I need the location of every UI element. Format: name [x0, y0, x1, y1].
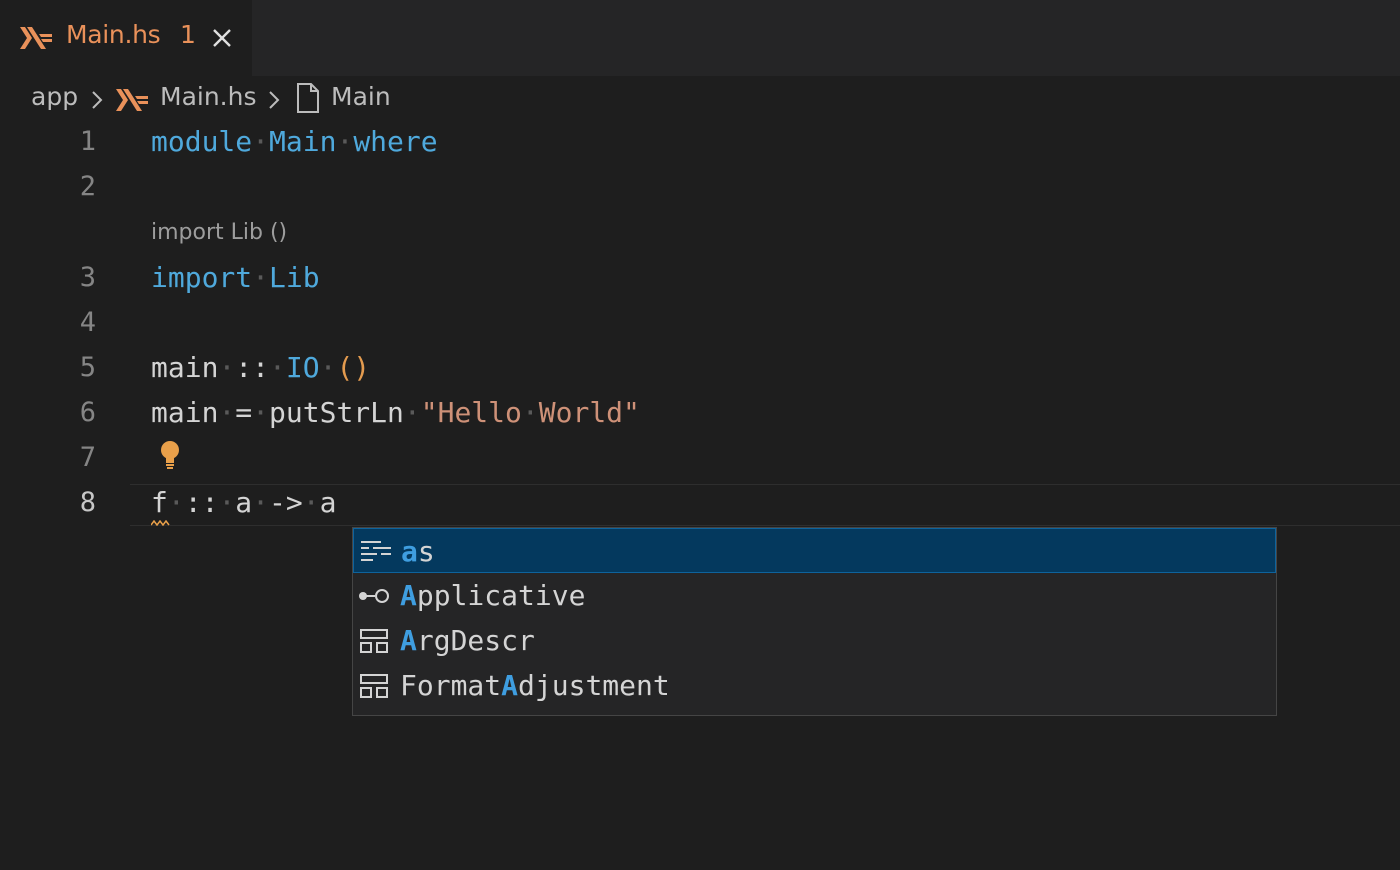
code-line-3: import·Lib [151, 261, 320, 294]
suggestion-item[interactable]: FormatAdjustment [353, 663, 1276, 708]
line-number: 4 [79, 307, 96, 338]
tab-title: Main.hs [66, 20, 161, 49]
code-lens[interactable]: import Lib () [151, 220, 287, 245]
struct-icon [360, 629, 388, 653]
code-line-8: f·::·a·->·a [151, 486, 337, 519]
code-line-6: main·=·putStrLn·"Hello·World" [151, 396, 640, 429]
line-number: 7 [79, 442, 96, 473]
breadcrumb: app Main.hs Main [0, 76, 1400, 120]
file-icon [297, 83, 319, 113]
code-editor[interactable]: 1 2 3 4 5 6 7 8 module·Main·where import… [0, 120, 1400, 870]
breadcrumb-file[interactable]: Main.hs [160, 82, 257, 111]
suggest-widget: as Applicative ArgDescr FormatAdjustment [352, 527, 1277, 716]
breadcrumb-symbol[interactable]: Main [331, 82, 391, 111]
lightbulb-icon[interactable] [158, 440, 182, 470]
interface-icon [359, 589, 389, 603]
line-number: 6 [79, 397, 96, 428]
suggestion-item[interactable]: as [353, 528, 1276, 573]
struct-icon [360, 674, 388, 698]
line-number: 3 [79, 262, 96, 293]
keyword-snippet-icon [361, 541, 391, 561]
line-number: 1 [79, 126, 96, 157]
haskell-icon [20, 27, 52, 49]
suggestion-label: as [401, 535, 435, 568]
tab-bar: Main.hs 1 [0, 0, 1400, 76]
code-line-5: main·::·IO·() [151, 351, 371, 384]
tab-main-hs[interactable]: Main.hs 1 [0, 0, 252, 76]
line-number: 5 [79, 352, 96, 383]
code-line-1: module·Main·where [151, 125, 438, 158]
close-icon[interactable] [210, 26, 234, 50]
problem-count-badge: 1 [180, 20, 196, 49]
suggestion-label: ArgDescr [400, 624, 535, 657]
warning-squiggle [151, 520, 170, 526]
suggestion-item[interactable]: Applicative [353, 573, 1276, 618]
chevron-right-icon [269, 91, 280, 109]
breadcrumb-folder[interactable]: app [31, 82, 78, 111]
line-number: 2 [79, 171, 96, 202]
line-number-active: 8 [79, 487, 96, 518]
suggestion-label: Applicative [400, 579, 586, 612]
chevron-right-icon [92, 91, 103, 109]
suggestion-label: FormatAdjustment [400, 669, 670, 702]
haskell-icon [116, 89, 148, 111]
suggestion-item[interactable]: ArgDescr [353, 618, 1276, 663]
